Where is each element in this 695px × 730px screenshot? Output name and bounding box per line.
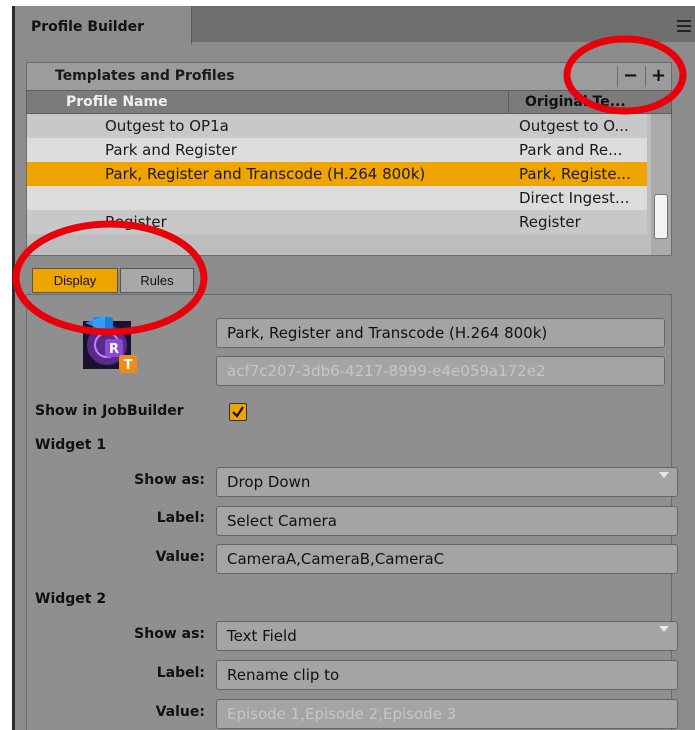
table-row[interactable]: Direct Ingest... [27,186,647,210]
profile-table-header: Profile Name Original Te... [26,90,672,115]
row-original-template: Outgest to O... [519,117,629,135]
row-original-template: Park, Registe... [519,165,631,183]
chevron-down-icon [659,626,669,632]
widget2-show-as-label: Show as: [134,626,205,642]
profile-id-field: acf7c207-3db6-4217-8999-e4e059a172e2 [216,356,665,386]
widget1-label-label: Label: [156,510,205,526]
row-original-template: Register [519,213,581,231]
profile-builder-panel: Profile Builder Templates and Profiles −… [12,6,695,730]
tab-profile-builder[interactable]: Profile Builder [15,6,192,44]
widget1-show-as-dropdown[interactable]: Drop Down [216,467,678,497]
widget2-title: Widget 2 [35,591,107,607]
tab-display[interactable]: Display [32,268,118,293]
profile-detail-pane: R T Park, Register and Transcode (H.264 … [26,294,678,730]
widget2-value-field[interactable]: Episode 1,Episode 2,Episode 3 [216,699,678,729]
profile-list-scrollbar[interactable] [651,114,671,255]
widget2-show-as-dropdown[interactable]: Text Field [216,621,678,651]
widget1-show-as-value: Drop Down [227,473,311,491]
scrollbar-thumb[interactable] [654,194,668,239]
checkmark-icon [232,406,244,418]
widget1-value-label: Value: [155,549,205,565]
svg-text:R: R [109,342,119,357]
widget2-show-as-value: Text Field [227,627,297,645]
tab-profile-builder-label: Profile Builder [31,19,144,35]
widget2-value-label: Value: [155,704,205,720]
svg-text:T: T [124,358,133,373]
row-profile-name: Park, Register and Transcode (H.264 800k… [105,165,426,183]
profile-list: Outgest to OP1a Outgest to O... Park and… [26,114,672,256]
widget1-show-as-label: Show as: [134,472,205,488]
table-row[interactable]: Outgest to OP1a Outgest to O... [27,114,647,138]
column-original-template[interactable]: Original Te... [525,94,626,110]
templates-profiles-header: Templates and Profiles − + [26,62,672,90]
row-original-template: Direct Ingest... [519,189,630,207]
row-profile-name: Register [105,213,167,231]
add-profile-button[interactable]: + [645,66,671,87]
row-original-template: Park and Re... [519,141,623,159]
row-profile-name: Outgest to OP1a [105,117,229,135]
row-profile-name: Park and Register [105,141,237,159]
widget1-title: Widget 1 [35,437,107,453]
remove-profile-button[interactable]: − [617,66,643,87]
chevron-down-icon [659,472,669,478]
table-row-selected[interactable]: Park, Register and Transcode (H.264 800k… [27,162,647,186]
show-in-jobbuilder-label: Show in JobBuilder [35,403,184,419]
templates-profiles-title: Templates and Profiles [55,68,235,84]
column-profile-name[interactable]: Profile Name [66,94,168,110]
widget1-label-field[interactable]: Select Camera [216,506,678,536]
table-row[interactable]: Park and Register Park and Re... [27,138,647,162]
widget1-value-field[interactable]: CameraA,CameraB,CameraC [216,544,678,574]
panel-tab-strip: Profile Builder [15,6,695,44]
widget2-label-field[interactable]: Rename clip to [216,660,678,690]
table-row[interactable]: Register Register [27,210,647,234]
show-in-jobbuilder-checkbox[interactable] [229,403,247,421]
profile-name-field[interactable]: Park, Register and Transcode (H.264 800k… [216,318,665,348]
tab-rules[interactable]: Rules [120,268,194,293]
detail-subtabs: Display Rules [26,262,672,294]
profile-icon: R T [71,313,145,377]
widget2-label-label: Label: [156,665,205,681]
hamburger-menu-icon[interactable] [677,20,691,35]
